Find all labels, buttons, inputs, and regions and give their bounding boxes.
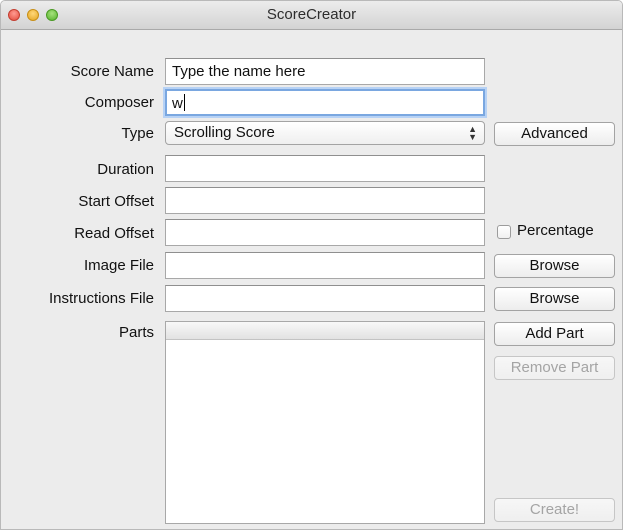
create-button[interactable]: Create!: [494, 498, 615, 522]
composer-field[interactable]: w: [165, 89, 485, 116]
instructions-file-label: Instructions File: [48, 290, 154, 307]
type-select-value: Scrolling Score: [174, 124, 275, 141]
advanced-button[interactable]: Advanced: [494, 122, 615, 146]
percentage-label[interactable]: Percentage: [517, 222, 594, 239]
score-name-value: Type the name here: [172, 63, 306, 80]
add-part-button[interactable]: Add Part: [494, 322, 615, 346]
instructions-file-field[interactable]: [165, 285, 485, 312]
duration-field[interactable]: [165, 155, 485, 182]
read-offset-field[interactable]: [165, 219, 485, 246]
image-file-field[interactable]: [165, 252, 485, 279]
composer-label: Composer: [84, 94, 154, 111]
parts-list[interactable]: [165, 321, 485, 524]
duration-label: Duration: [97, 161, 154, 178]
remove-part-button[interactable]: Remove Part: [494, 356, 615, 380]
composer-value: w: [172, 95, 183, 112]
read-offset-label: Read Offset: [74, 225, 154, 242]
parts-label: Parts: [118, 324, 154, 341]
browse-image-button[interactable]: Browse: [494, 254, 615, 278]
title-bar[interactable]: ScoreCreator: [1, 1, 622, 30]
score-creator-window: ScoreCreator Score Name Type the name he…: [0, 0, 623, 530]
type-select[interactable]: Scrolling Score ▲ ▼: [165, 121, 485, 145]
percentage-checkbox[interactable]: [497, 225, 511, 239]
start-offset-field[interactable]: [165, 187, 485, 214]
type-label: Type: [121, 125, 154, 142]
browse-instructions-button[interactable]: Browse: [494, 287, 615, 311]
parts-list-header[interactable]: [166, 322, 484, 340]
score-name-label: Score Name: [70, 63, 154, 80]
window-title: ScoreCreator: [266, 6, 357, 23]
text-caret: [183, 94, 185, 111]
updown-chevron-icon: ▲ ▼: [468, 124, 477, 142]
image-file-label: Image File: [83, 257, 154, 274]
start-offset-label: Start Offset: [78, 193, 154, 210]
score-name-field[interactable]: Type the name here: [165, 58, 485, 85]
